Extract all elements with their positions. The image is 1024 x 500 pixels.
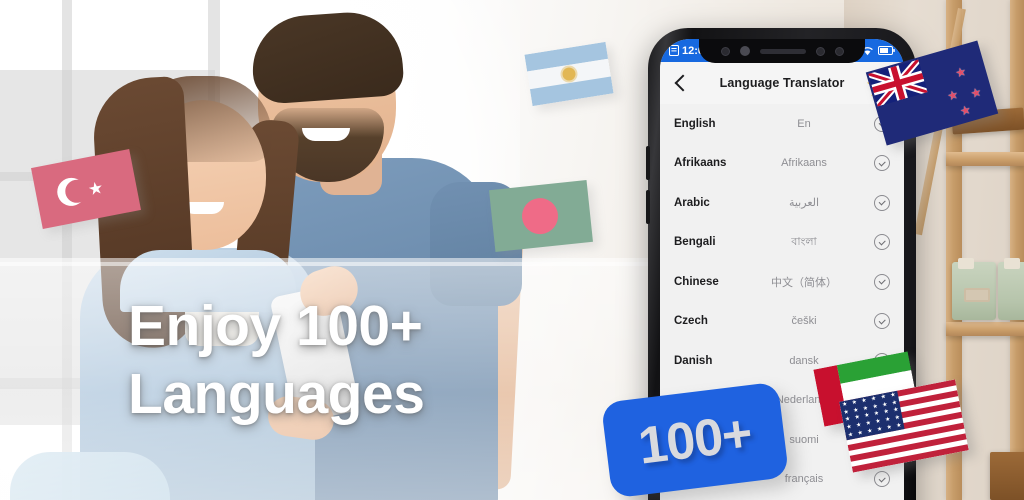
language-name: Afrikaans	[674, 157, 727, 170]
check-circle-icon[interactable]	[874, 155, 890, 172]
language-name: Czech	[674, 315, 708, 328]
volume-down-button[interactable]	[646, 190, 650, 224]
language-row[interactable]: Arabic العربية	[660, 183, 904, 223]
bangladesh-flag	[489, 180, 593, 252]
star-icon: ★	[86, 177, 106, 200]
us-star-icon: ★	[881, 401, 889, 409]
us-star-icon: ★	[844, 416, 851, 424]
back-arrow-icon[interactable]	[672, 74, 690, 92]
crescent-icon	[54, 175, 88, 209]
phone-notch	[699, 39, 865, 63]
language-row[interactable]: Czech češki	[660, 302, 904, 342]
camera-icon-1	[720, 46, 730, 56]
us-star-icon: ★	[863, 412, 871, 420]
southern-cross-star-3: ★	[968, 84, 984, 102]
us-star-icon: ★	[843, 408, 850, 416]
us-star-icon: ★	[862, 405, 869, 413]
us-star-icon: ★	[891, 399, 898, 407]
headline-line-1: Enjoy 100+	[128, 294, 423, 358]
check-circle-icon[interactable]	[874, 273, 890, 290]
page-title: Enjoy 100+ Languages	[128, 292, 425, 428]
us-star-icon: ★	[892, 407, 900, 415]
us-star-icon: ★	[884, 416, 892, 424]
headline-line-2: Languages	[128, 362, 425, 426]
overlay-band-edge	[0, 258, 660, 266]
shelf-wood-bottom	[990, 452, 1024, 500]
us-star-icon: ★	[865, 420, 872, 428]
us-star-icon: ★	[866, 427, 874, 435]
language-native-name: 中文（简体）	[771, 276, 837, 289]
language-native-name: Afrikaans	[781, 157, 827, 170]
us-star-icon: ★	[854, 414, 861, 422]
battery-icon	[878, 46, 895, 55]
language-name: Danish	[674, 354, 713, 367]
southern-cross-star-2: ★	[945, 87, 960, 104]
us-star-icon: ★	[857, 429, 864, 437]
language-native-name: العربية	[788, 197, 820, 210]
storage-box-label	[964, 288, 990, 302]
shelf-plank-2	[946, 322, 1024, 336]
language-native-name: En	[797, 117, 811, 130]
camera-icon-4	[834, 46, 844, 56]
us-star-icon: ★	[886, 424, 893, 432]
circle-icon	[520, 196, 560, 236]
check-circle-icon[interactable]	[874, 313, 890, 330]
camera-icon-2	[739, 46, 750, 56]
camera-icon-3	[815, 46, 825, 56]
storage-box-clip-2	[1004, 258, 1020, 269]
language-native-name: češki	[791, 315, 817, 328]
language-row[interactable]: Chinese 中文（简体）	[660, 262, 904, 302]
foreground-object	[10, 452, 170, 500]
status-right	[861, 46, 895, 56]
us-star-icon: ★	[845, 424, 853, 432]
shelf-post-right	[1010, 0, 1024, 500]
storage-box-2	[998, 262, 1024, 320]
us-star-icon: ★	[852, 407, 860, 414]
us-star-icon: ★	[855, 422, 863, 430]
language-name: Arabic	[674, 196, 710, 209]
us-star-icon: ★	[860, 397, 868, 405]
promo-banner: Enjoy 100+ Languages ★ 12:04 Language Tr…	[0, 0, 1024, 500]
check-circle-icon[interactable]	[874, 471, 890, 488]
language-row[interactable]: Afrikaans Afrikaans	[660, 144, 904, 184]
language-row[interactable]: Bengali বাংলা	[660, 223, 904, 263]
language-name: English	[674, 117, 716, 130]
southern-cross-star-1: ★	[953, 64, 968, 81]
us-star-icon: ★	[871, 403, 879, 411]
volume-up-button[interactable]	[646, 146, 650, 180]
check-circle-icon[interactable]	[874, 194, 890, 211]
document-icon	[669, 45, 679, 56]
language-native-name: বাংলা	[791, 235, 817, 248]
southern-cross-star-4: ★	[958, 102, 973, 119]
us-star-icon: ★	[880, 393, 887, 401]
speaker-grille	[759, 48, 806, 54]
badge-label: 100+	[635, 404, 755, 476]
us-star-icon: ★	[894, 414, 901, 422]
us-star-icon: ★	[870, 395, 877, 403]
us-star-icon: ★	[874, 418, 882, 426]
us-star-icon: ★	[895, 422, 903, 430]
us-star-icon: ★	[889, 391, 897, 399]
man-hair	[249, 8, 405, 106]
us-star-icon: ★	[851, 399, 858, 407]
shelf-plank-1	[946, 152, 1024, 166]
us-star-icon: ★	[841, 401, 848, 409]
storage-box-clip-1	[958, 258, 974, 269]
app-title: Language Translator	[719, 76, 845, 90]
us-star-icon: ★	[876, 426, 883, 434]
language-row[interactable]: English En	[660, 104, 904, 144]
us-star-icon: ★	[847, 431, 854, 439]
us-star-icon: ★	[873, 410, 880, 418]
language-name: Bengali	[674, 236, 716, 249]
language-name: Chinese	[674, 275, 719, 288]
man-smile	[302, 128, 350, 141]
check-circle-icon[interactable]	[874, 234, 890, 251]
us-star-icon: ★	[883, 409, 890, 416]
